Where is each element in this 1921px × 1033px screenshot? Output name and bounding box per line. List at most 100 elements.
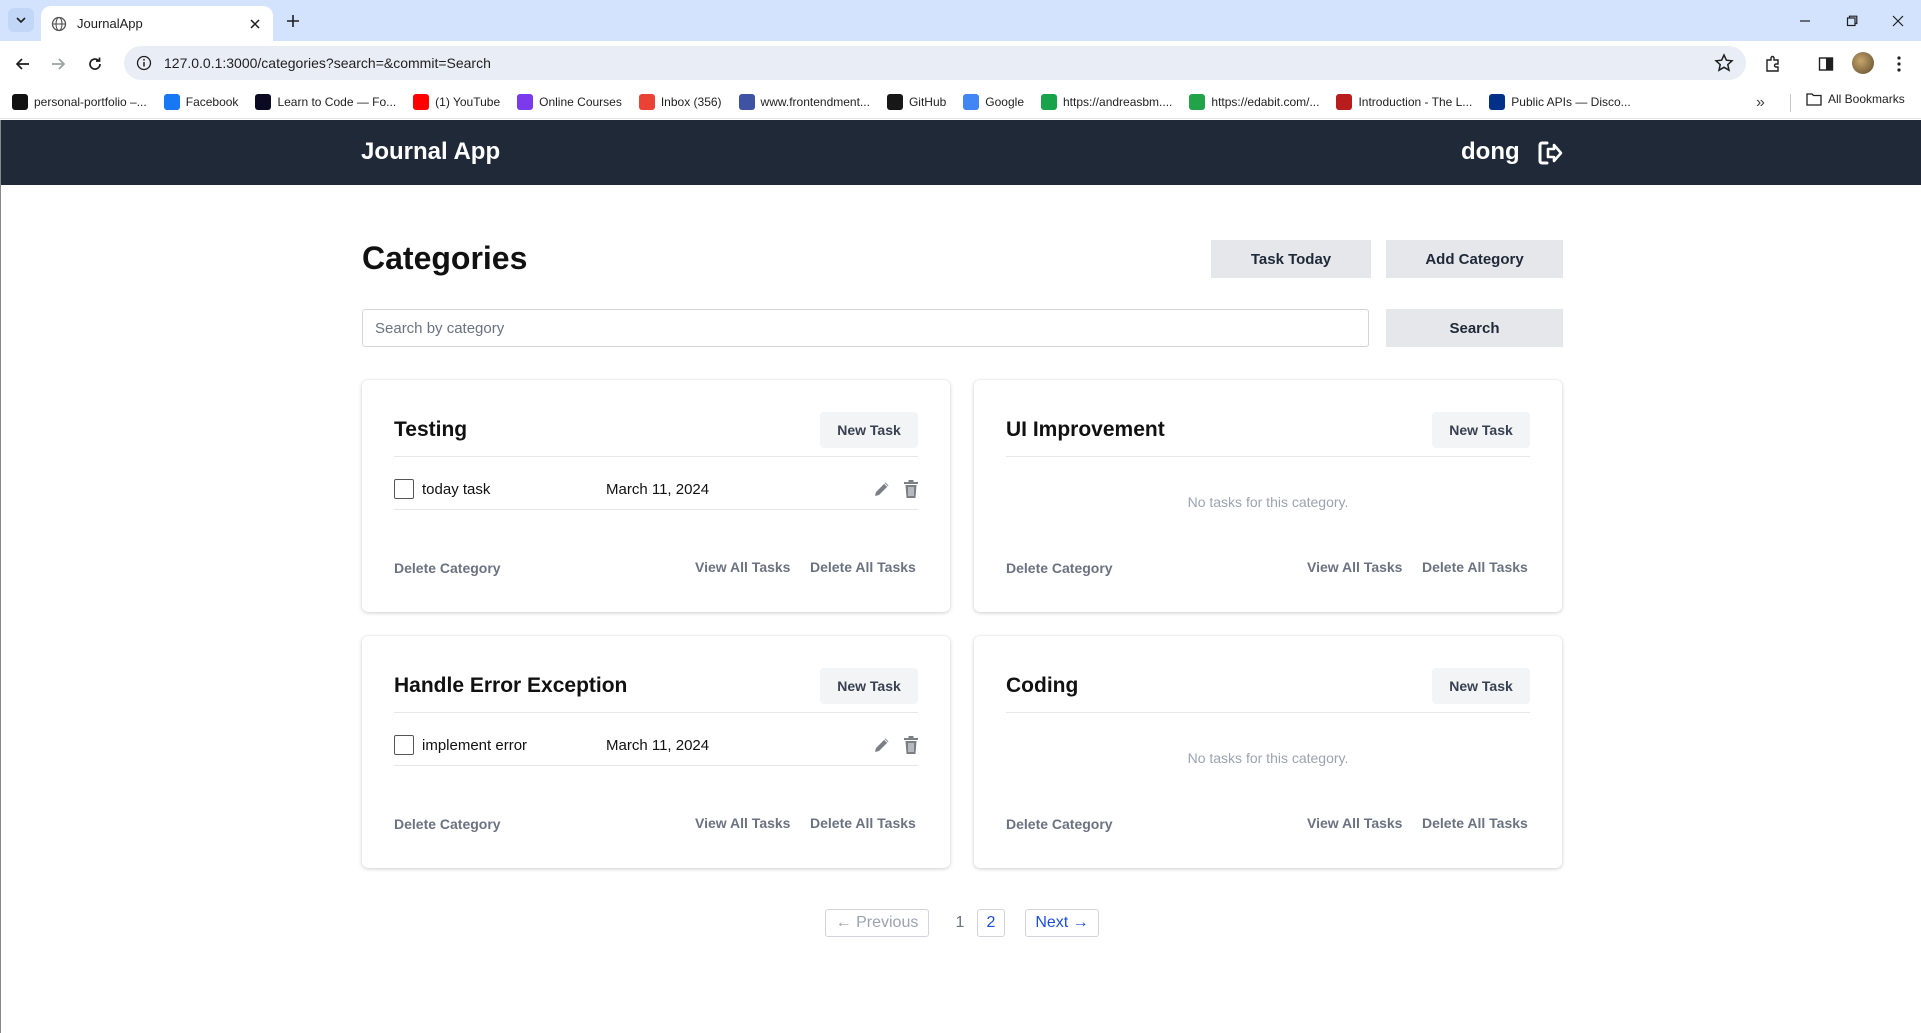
new-tab-button[interactable] <box>282 10 304 32</box>
view-all-tasks-link[interactable]: View All Tasks <box>1307 559 1402 575</box>
triangle-logo-icon <box>12 93 28 110</box>
bookmark-item[interactable]: https://andreasbm.... <box>1041 93 1173 110</box>
bookmark-label: Facebook <box>185 94 239 109</box>
new-task-button[interactable]: New Task <box>1432 668 1530 704</box>
task-checkbox[interactable] <box>394 479 414 499</box>
bookmark-label: Learn to Code — Fo... <box>277 94 397 109</box>
minimize-icon <box>1800 19 1810 22</box>
divider <box>1006 456 1530 457</box>
add-category-button[interactable]: Add Category <box>1386 240 1563 278</box>
all-bookmarks-button[interactable]: All Bookmarks <box>1806 92 1905 106</box>
bookmark-label: https://andreasbm.... <box>1063 94 1173 109</box>
category-title: Testing <box>394 418 468 441</box>
brand-link[interactable]: Journal App <box>361 138 500 166</box>
task-today-button[interactable]: Task Today <box>1211 240 1371 278</box>
url-text: 127.0.0.1:3000/categories?search=&commit… <box>164 55 491 71</box>
courses-icon <box>517 93 534 110</box>
bookmark-item[interactable]: https://edabit.com/... <box>1189 93 1319 110</box>
edabit-icon <box>1189 93 1206 110</box>
browser-toolbar: 127.0.0.1:3000/categories?search=&commit… <box>0 41 1921 85</box>
category-title: UI Improvement <box>1006 418 1165 441</box>
app-navbar: Journal App dong <box>1 120 1921 185</box>
restore-button[interactable] <box>1829 0 1875 41</box>
bookmark-label: Inbox (356) <box>660 94 722 109</box>
trash-icon[interactable] <box>902 479 920 499</box>
profile-avatar[interactable] <box>1852 52 1874 74</box>
reload-button[interactable] <box>82 51 108 77</box>
bookmark-item[interactable]: (1) YouTube <box>413 93 500 110</box>
cloud-icon <box>1041 93 1057 110</box>
delete-all-tasks-link[interactable]: Delete All Tasks <box>1422 815 1528 831</box>
view-all-tasks-link[interactable]: View All Tasks <box>695 815 790 831</box>
search-input[interactable] <box>362 309 1369 347</box>
arrow-right-icon <box>52 58 66 70</box>
tab-title: JournalApp <box>77 16 143 31</box>
site-info-icon[interactable] <box>134 53 154 73</box>
globe-icon <box>51 16 67 31</box>
chevron-double-right-icon[interactable]: » <box>1756 94 1765 112</box>
new-task-button[interactable]: New Task <box>1432 412 1530 448</box>
trash-icon[interactable] <box>902 735 920 755</box>
bookmark-star-icon[interactable] <box>1714 53 1734 73</box>
category-title: Handle Error Exception <box>394 674 628 697</box>
delete-category-link[interactable]: Delete Category <box>394 816 501 832</box>
forward-button[interactable] <box>45 51 71 77</box>
task-checkbox[interactable] <box>394 735 414 755</box>
tab-search-button[interactable] <box>8 8 34 32</box>
pagination-next[interactable]: Next → <box>1025 909 1099 937</box>
delete-all-tasks-link[interactable]: Delete All Tasks <box>1422 559 1528 575</box>
kebab-menu-icon[interactable] <box>1888 53 1910 75</box>
browser-tabbar: JournalApp <box>0 0 1921 41</box>
delete-category-link[interactable]: Delete Category <box>394 560 501 576</box>
pencil-icon[interactable] <box>872 479 892 499</box>
minimize-button[interactable] <box>1782 0 1828 41</box>
google-icon <box>963 93 980 110</box>
close-window-button[interactable] <box>1875 0 1921 41</box>
all-bookmarks-label: All Bookmarks <box>1828 92 1905 106</box>
bookmark-item[interactable]: personal-portfolio –... <box>12 93 147 110</box>
delete-category-link[interactable]: Delete Category <box>1006 560 1113 576</box>
delete-all-tasks-link[interactable]: Delete All Tasks <box>810 815 916 831</box>
side-panel-icon[interactable] <box>1815 53 1837 75</box>
bookmarks-separator <box>1790 94 1791 112</box>
page-title: Categories <box>362 240 528 276</box>
new-task-button[interactable]: New Task <box>820 668 918 704</box>
task-name[interactable]: today task <box>422 481 490 498</box>
view-all-tasks-link[interactable]: View All Tasks <box>1307 815 1402 831</box>
task-row: today task March 11, 2024 <box>394 478 918 510</box>
delete-category-link[interactable]: Delete Category <box>1006 816 1113 832</box>
bookmark-item[interactable]: Inbox (356) <box>638 93 722 110</box>
bookmark-item[interactable]: Public APIs — Disco... <box>1489 93 1631 110</box>
extensions-icon[interactable] <box>1762 53 1784 75</box>
view-all-tasks-link[interactable]: View All Tasks <box>695 559 790 575</box>
bookmark-label: Online Courses <box>539 94 622 109</box>
bookmark-item[interactable]: GitHub <box>886 93 946 110</box>
bookmark-item[interactable]: Google <box>963 93 1024 110</box>
new-task-button[interactable]: New Task <box>820 412 918 448</box>
delete-all-tasks-link[interactable]: Delete All Tasks <box>810 559 916 575</box>
bookmark-label: personal-portfolio –... <box>34 94 147 109</box>
task-name[interactable]: implement error <box>422 737 527 754</box>
bookmark-item[interactable]: Introduction - The L... <box>1336 93 1472 110</box>
category-title: Coding <box>1006 674 1079 697</box>
folder-icon <box>1806 93 1822 106</box>
bookmark-item[interactable]: Learn to Code — Fo... <box>255 93 397 110</box>
chevron-down-icon <box>16 17 26 24</box>
bookmark-label: www.frontendment... <box>760 94 870 109</box>
facebook-icon <box>163 93 180 110</box>
search-button[interactable]: Search <box>1386 309 1563 347</box>
category-card: Coding New Task No tasks for this catego… <box>974 636 1562 868</box>
pencil-icon[interactable] <box>872 735 892 755</box>
pagination-page-1[interactable]: 1 <box>949 909 971 937</box>
logout-icon[interactable] <box>1536 139 1564 167</box>
bookmark-item[interactable]: www.frontendment... <box>738 93 870 110</box>
browser-tab-active[interactable]: JournalApp <box>41 6 273 41</box>
close-tab-icon[interactable] <box>247 16 263 32</box>
bookmark-item[interactable]: Online Courses <box>517 93 622 110</box>
pagination-previous: ← Previous <box>825 909 929 937</box>
close-icon <box>1892 15 1904 26</box>
address-bar[interactable]: 127.0.0.1:3000/categories?search=&commit… <box>124 46 1746 80</box>
back-button[interactable] <box>10 51 36 77</box>
paypal-icon <box>1489 93 1506 110</box>
bookmark-item[interactable]: Facebook <box>163 93 239 110</box>
